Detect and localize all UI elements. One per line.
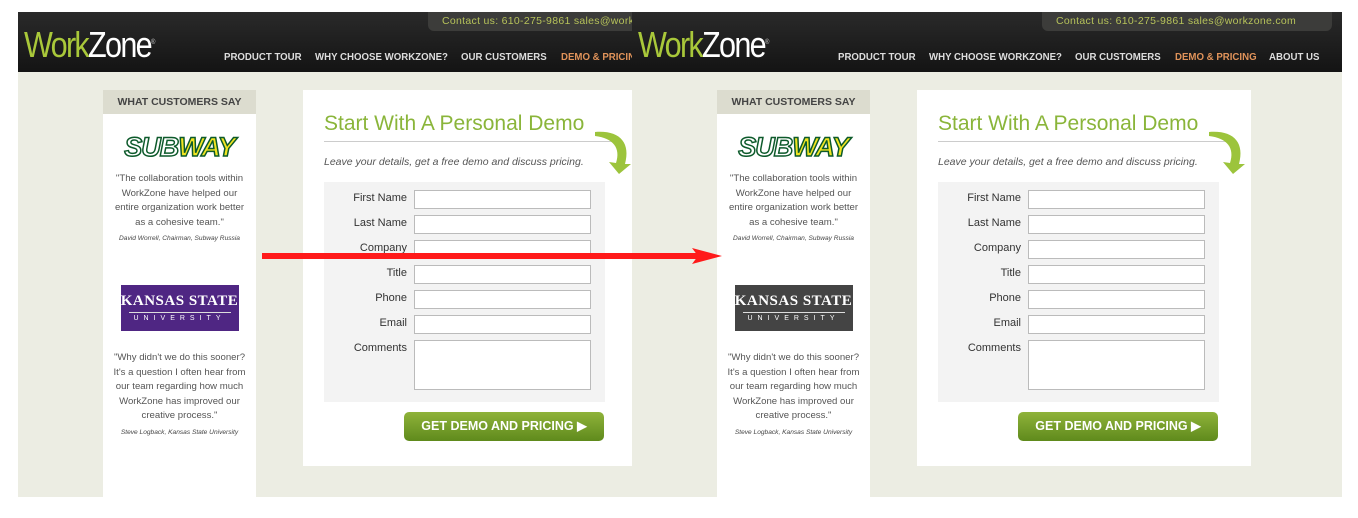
field-label: Phone [375,292,407,304]
field-email: Email [938,315,1219,334]
email-input[interactable] [1028,315,1205,334]
subway-way: WAY [792,131,851,163]
form-subtitle: Leave your details, get a free demo and … [938,156,1198,168]
field-label: Comments [967,342,1021,354]
field-comments: Comments [324,340,605,390]
subway-logo: SUBWAY [121,131,239,163]
workzone-logo[interactable]: WorkZone® [638,24,769,66]
logo-work: Work [638,24,704,65]
demo-form-card: Start With A Personal Demo Leave your det… [917,90,1251,466]
first-name-input[interactable] [414,190,591,209]
contact-bar: Contact us: 610-275-9861 sales@workzone.… [1042,12,1332,31]
field-first-name: First Name [324,190,605,209]
comments-input[interactable] [1028,340,1205,390]
field-title: Title [938,265,1219,284]
form-title: Start With A Personal Demo [324,112,585,135]
testimonial-author: Steve Logback, Kansas State University [734,428,853,436]
last-name-input[interactable] [1028,215,1205,234]
comments-input[interactable] [414,340,591,390]
nav-demo-pricing[interactable]: DEMO & PRICING [561,51,632,63]
field-email: Email [324,315,605,334]
testimonial-author: Steve Logback, Kansas State University [120,428,239,436]
nav-demo-pricing[interactable]: DEMO & PRICING [1175,51,1257,63]
ksu-name: KANSAS STATE [120,293,239,309]
first-name-input[interactable] [1028,190,1205,209]
curved-arrow-icon [593,128,632,179]
nav-product-tour[interactable]: PRODUCT TOUR [224,51,302,63]
field-label: Company [973,242,1021,254]
testimonial-quote: "The collaboration tools within WorkZone… [728,173,859,228]
subway-sub: SUB [123,131,180,163]
field-label: First Name [967,192,1021,204]
company-input[interactable] [1028,240,1205,259]
field-label: Title [1000,267,1021,279]
last-name-input[interactable] [414,215,591,234]
sidebar-heading: WHAT CUSTOMERS SAY [103,90,256,114]
field-label: Last Name [353,217,407,229]
ksu-university: UNIVERSITY [742,312,845,322]
registered-mark: ® [764,39,769,46]
logo-work: Work [24,24,90,65]
testimonial-quote: "Why didn't we do this sooner? It's a qu… [727,352,860,421]
nav-our-customers[interactable]: OUR CUSTOMERS [461,51,547,63]
field-label: First Name [353,192,407,204]
nav-why-choose-workzone-[interactable]: WHY CHOOSE WORKZONE? [929,51,1062,63]
nav-product-tour[interactable]: PRODUCT TOUR [838,51,916,63]
field-label: Comments [353,342,407,354]
field-comments: Comments [938,340,1219,390]
subway-logo: SUBWAY [735,131,853,163]
form-fields: First Name Last Name Company Title Phone Emai… [324,182,605,402]
field-label: Email [379,317,407,329]
registered-mark: ® [150,39,155,46]
field-phone: Phone [324,290,605,309]
screenshot-after: WorkZone® Contact us: 610-275-9861 sales@… [632,12,1342,497]
field-company: Company [938,240,1219,259]
ksu-name: KANSAS STATE [734,293,853,309]
divider [938,141,1226,142]
site-header: WorkZone® Contact us: 610-275-9861 sales@… [632,12,1342,72]
phone-input[interactable] [1028,290,1205,309]
logo-zone: Zone [702,24,767,65]
field-label: Phone [989,292,1021,304]
testimonial-quote: "The collaboration tools within WorkZone… [114,173,245,228]
phone-input[interactable] [414,290,591,309]
nav-about-us[interactable]: ABOUT US [1269,51,1319,63]
testimonials-sidebar: WHAT CUSTOMERS SAY SUBWAY "The collaborati… [717,90,870,497]
email-input[interactable] [414,315,591,334]
ksu-university: UNIVERSITY [128,312,231,322]
field-last-name: Last Name [938,215,1219,234]
get-demo-button[interactable]: GET DEMO AND PRICING ▶ [404,412,604,441]
testimonial-author: David Worrell, Chairman, Subway Russia [119,235,240,242]
field-label: Email [993,317,1021,329]
sidebar-heading: WHAT CUSTOMERS SAY [717,90,870,114]
nav-why-choose-workzone-[interactable]: WHY CHOOSE WORKZONE? [315,51,448,63]
testimonials-sidebar: WHAT CUSTOMERS SAY SUBWAY "The collaborati… [103,90,256,497]
form-subtitle: Leave your details, get a free demo and … [324,156,584,168]
contact-bar: Contact us: 610-275-9861 sales@workzone.… [428,12,632,31]
logo-zone: Zone [88,24,153,65]
testimonial-quote: "Why didn't we do this sooner? It's a qu… [113,352,246,421]
workzone-logo[interactable]: WorkZone® [24,24,155,66]
form-title: Start With A Personal Demo [938,112,1199,135]
demo-form-card: Start With A Personal Demo Leave your det… [303,90,632,466]
kansas-state-logo: KANSAS STATE UNIVERSITY [734,285,853,331]
title-input[interactable] [1028,265,1205,284]
field-phone: Phone [938,290,1219,309]
annotation-arrow [262,248,724,269]
divider [324,141,612,142]
get-demo-button[interactable]: GET DEMO AND PRICING ▶ [1018,412,1218,441]
site-header: WorkZone® Contact us: 610-275-9861 sales@… [18,12,632,72]
field-label: Last Name [967,217,1021,229]
testimonial-author: David Worrell, Chairman, Subway Russia [733,235,854,242]
subway-way: WAY [178,131,237,163]
nav-our-customers[interactable]: OUR CUSTOMERS [1075,51,1161,63]
field-last-name: Last Name [324,215,605,234]
field-first-name: First Name [938,190,1219,209]
kansas-state-logo: KANSAS STATE UNIVERSITY [120,285,239,331]
subway-sub: SUB [737,131,794,163]
curved-arrow-icon [1207,128,1249,179]
form-fields: First Name Last Name Company Title Phone Emai… [938,182,1219,402]
